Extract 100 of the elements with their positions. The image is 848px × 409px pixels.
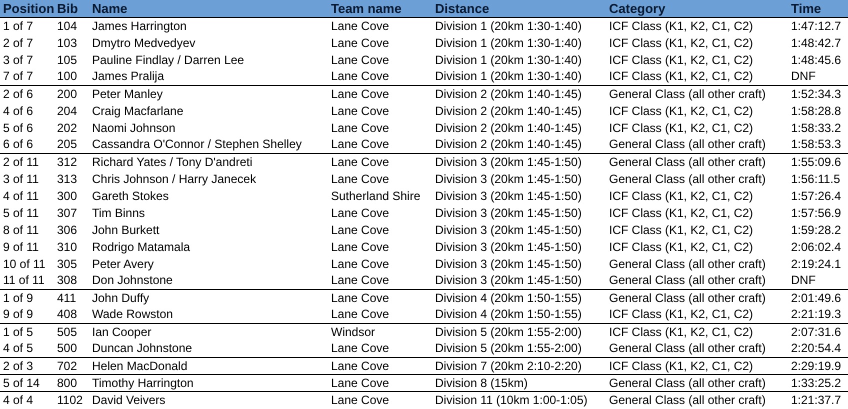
table-cell: Windsor xyxy=(328,323,432,340)
column-header: Name xyxy=(89,0,328,17)
table-cell-text: Chris Johnson / Harry Janecek xyxy=(91,170,258,187)
table-cell: 2:01:49.6 xyxy=(788,289,848,306)
table-cell: 505 xyxy=(54,323,89,340)
column-header: Position xyxy=(0,0,54,17)
table-cell-text: Division 2 (20km 1:40-1:45) xyxy=(434,120,583,136)
table-cell: Don Johnstone xyxy=(89,272,328,289)
table-cell-text: ICF Class (K1, K2, C1, C2) xyxy=(608,102,754,119)
table-cell-text: 300 xyxy=(56,188,78,204)
table-cell: Division 1 (20km 1:30-1:40) xyxy=(432,17,606,34)
table-cell: 205 xyxy=(54,136,89,153)
table-cell-text: 2:06:02.4 xyxy=(790,238,842,255)
table-cell: 408 xyxy=(54,306,89,323)
table-cell-text: General Class (all other craft) xyxy=(608,170,767,187)
table-cell-text: 305 xyxy=(56,256,78,272)
table-cell-text: 1:58:33.2 xyxy=(790,120,842,136)
table-cell: 2 of 6 xyxy=(0,85,54,102)
table-cell-text: Division 3 (20km 1:45-1:50) xyxy=(434,238,583,255)
table-cell: James Pralija xyxy=(89,68,328,85)
table-cell: 1:33:25.2 xyxy=(788,374,848,391)
table-cell: Division 2 (20km 1:40-1:45) xyxy=(432,136,606,153)
table-cell-text: 8 of 11 xyxy=(2,222,40,238)
table-cell: ICF Class (K1, K2, C1, C2) xyxy=(606,357,788,374)
table-cell: Lane Cove xyxy=(328,374,432,391)
table-cell: 312 xyxy=(54,153,89,170)
table-cell: 11 of 11 xyxy=(0,272,54,289)
table-cell: 100 xyxy=(54,68,89,85)
table-cell-text: Craig Macfarlane xyxy=(91,102,184,119)
table-cell-text: Lane Cove xyxy=(330,52,390,68)
table-cell-text: Rodrigo Matamala xyxy=(91,238,192,255)
column-header: Team name xyxy=(328,0,432,17)
table-cell-text: 310 xyxy=(56,238,78,255)
table-cell-text: 3 of 7 xyxy=(2,52,34,68)
table-cell-text: ICF Class (K1, K2, C1, C2) xyxy=(608,188,754,204)
table-cell: Division 2 (20km 1:40-1:45) xyxy=(432,85,606,102)
table-cell: ICF Class (K1, K2, C1, C2) xyxy=(606,68,788,85)
table-cell: ICF Class (K1, K2, C1, C2) xyxy=(606,306,788,323)
table-cell: Wade Rowston xyxy=(89,306,328,323)
table-cell-text: ICF Class (K1, K2, C1, C2) xyxy=(608,204,754,221)
column-header: Category xyxy=(606,0,788,17)
table-cell: 7 of 7 xyxy=(0,68,54,85)
table-cell: Lane Cove xyxy=(328,17,432,34)
table-cell-text: Division 3 (20km 1:45-1:50) xyxy=(434,170,583,187)
table-cell: Division 11 (10km 1:00-1:05) xyxy=(432,391,606,408)
table-cell: Lane Cove xyxy=(328,340,432,357)
table-cell-text: 3 of 11 xyxy=(2,170,40,187)
table-cell: 5 of 14 xyxy=(0,374,54,391)
table-cell: DNF xyxy=(788,272,848,289)
table-cell-text: Lane Cove xyxy=(330,102,390,119)
table-cell-text: 4 of 11 xyxy=(2,188,40,204)
table-cell: 2:07:31.6 xyxy=(788,323,848,340)
table-cell: Lane Cove xyxy=(328,289,432,306)
table-cell-text: Lane Cove xyxy=(330,204,390,221)
table-cell-text: 306 xyxy=(56,222,78,238)
table-cell: 9 of 9 xyxy=(0,306,54,323)
table-cell: Lane Cove xyxy=(328,306,432,323)
table-cell: 1 of 5 xyxy=(0,323,54,340)
table-cell-text: 5 of 6 xyxy=(2,120,34,136)
table-cell: General Class (all other craft) xyxy=(606,153,788,170)
table-cell-text: 1:48:42.7 xyxy=(790,34,842,51)
table-cell-text: Gareth Stokes xyxy=(91,188,170,204)
table-cell: Helen MacDonald xyxy=(89,357,328,374)
table-cell-text: ICF Class (K1, K2, C1, C2) xyxy=(608,238,754,255)
table-cell: Division 4 (20km 1:50-1:55) xyxy=(432,289,606,306)
table-cell-text: Division 2 (20km 1:40-1:45) xyxy=(434,102,583,119)
table-cell-text: 1:56:11.5 xyxy=(790,170,842,187)
table-cell-text: Dmytro Medvedyev xyxy=(91,34,196,51)
table-cell: 6 of 6 xyxy=(0,136,54,153)
table-cell: 104 xyxy=(54,17,89,34)
table-cell-text: 1:59:28.2 xyxy=(790,222,842,238)
table-cell: Lane Cove xyxy=(328,136,432,153)
table-cell: Lane Cove xyxy=(328,68,432,85)
column-header: Bib xyxy=(54,0,89,17)
table-cell-text: Peter Avery xyxy=(91,256,155,272)
table-cell: John Duffy xyxy=(89,289,328,306)
table-cell: 1:55:09.6 xyxy=(788,153,848,170)
table-cell: General Class (all other craft) xyxy=(606,136,788,153)
table-cell: 308 xyxy=(54,272,89,289)
table-cell-text: ICF Class (K1, K2, C1, C2) xyxy=(608,52,754,68)
table-cell-text: Naomi Johnson xyxy=(91,120,176,136)
table-cell-text: 9 of 11 xyxy=(2,238,40,255)
table-cell: 411 xyxy=(54,289,89,306)
table-cell: 1 of 7 xyxy=(0,17,54,34)
table-cell-text: Lane Cove xyxy=(330,238,390,255)
table-cell-text: Pauline Findlay / Darren Lee xyxy=(91,52,246,68)
table-cell: 1 of 9 xyxy=(0,289,54,306)
table-cell-text: Lane Cove xyxy=(330,34,390,51)
table-cell: Lane Cove xyxy=(328,153,432,170)
table-cell: ICF Class (K1, K2, C1, C2) xyxy=(606,17,788,34)
table-cell: Lane Cove xyxy=(328,357,432,374)
table-cell-text: Lane Cove xyxy=(330,120,390,136)
table-cell: 2:21:19.3 xyxy=(788,306,848,323)
table-cell: Division 5 (20km 1:55-2:00) xyxy=(432,340,606,357)
table-cell: 702 xyxy=(54,357,89,374)
table-cell-text: Sutherland Shire xyxy=(330,188,422,204)
table-cell: 2:20:54.4 xyxy=(788,340,848,357)
table-cell: 1:21:37.7 xyxy=(788,391,848,408)
table-cell: General Class (all other craft) xyxy=(606,374,788,391)
table-cell: 1102 xyxy=(54,391,89,408)
